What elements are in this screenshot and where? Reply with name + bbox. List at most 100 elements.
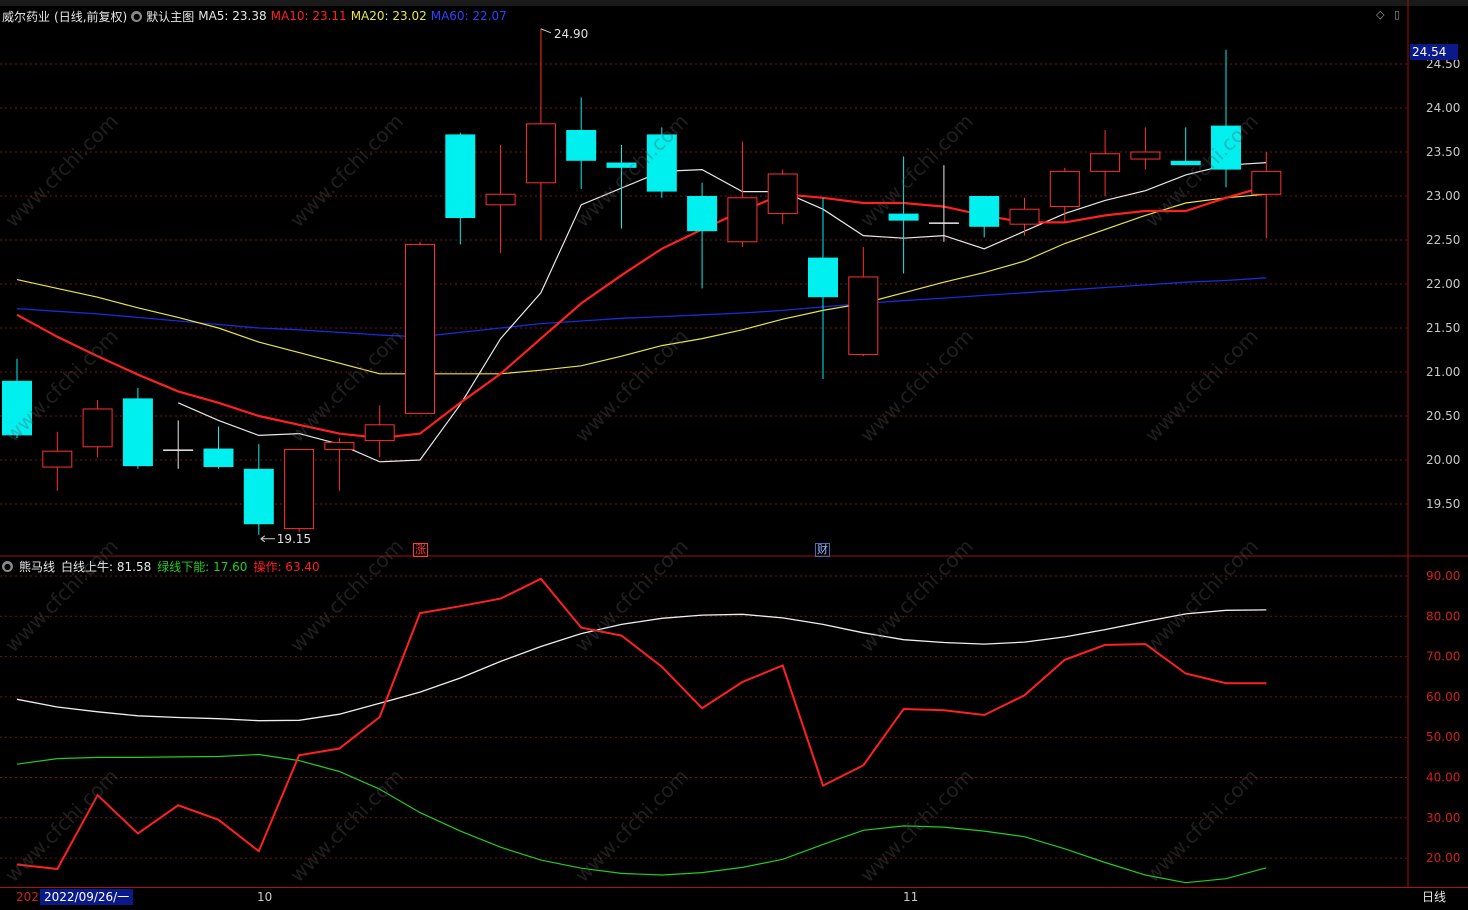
green-line-value: 绿线下能: 17.60 [157, 559, 248, 574]
candle [284, 448, 315, 533]
candle [203, 426, 234, 469]
candle-body [122, 398, 153, 467]
osc-tick-label: 50.00 [1426, 730, 1460, 744]
candle-body [1049, 170, 1080, 208]
candle-body [2, 380, 32, 436]
candle-layer [2, 28, 1282, 535]
price-tick-label: 20.50 [1426, 409, 1460, 423]
candle-body [687, 196, 718, 232]
candle [969, 196, 1000, 238]
candle-body [928, 222, 959, 224]
ma5-value: MA5: 23.38 [198, 9, 267, 23]
candle-body [767, 173, 798, 215]
date-axis-bar [0, 887, 1468, 910]
candle [1170, 127, 1201, 166]
green-line [16, 753, 1267, 884]
candle [122, 387, 153, 469]
candle [364, 405, 395, 458]
high-annotation: 24.90 [554, 27, 588, 41]
finance-report-marker[interactable]: 财 [815, 543, 830, 557]
year-label: 202 [16, 890, 39, 904]
month-tick-10: 10 [257, 890, 273, 904]
price-tick-label: 23.00 [1426, 189, 1460, 203]
candle-body [566, 130, 597, 161]
candle [243, 444, 274, 535]
candle-body [485, 193, 516, 206]
white-line-value: 白线上牛: 81.58 [61, 559, 152, 574]
chart-template-label[interactable]: 默认主图 [146, 8, 194, 25]
candle [646, 127, 677, 198]
white-line [16, 609, 1267, 722]
price-tick-label: 21.50 [1426, 321, 1460, 335]
ma20-value: MA20: 23.02 [350, 9, 427, 23]
candle [1211, 49, 1241, 188]
candle [445, 132, 476, 245]
candle-body [364, 424, 395, 442]
main-chart-legend: 威尔药业 (日线,前复权) ● 默认主图 MA5: 23.38 MA10: 23… [2, 7, 507, 25]
candle [606, 144, 637, 229]
candle [1049, 167, 1080, 223]
price-tick-label: 22.50 [1426, 233, 1460, 247]
osc-tick-label: 20.00 [1426, 851, 1460, 865]
price-tick-label: 22.00 [1426, 277, 1460, 291]
candle-body [42, 450, 73, 468]
price-tick-label: 21.00 [1426, 365, 1460, 379]
candle [727, 141, 758, 248]
candle-body [445, 134, 476, 218]
osc-tick-label: 80.00 [1426, 609, 1460, 623]
panel-toggle-icon[interactable]: ▯ [1394, 8, 1400, 21]
price-tick-label: 20.00 [1426, 453, 1460, 467]
ma5-line [177, 162, 1267, 463]
high-pointer [540, 28, 552, 34]
stock-name[interactable]: 威尔药业 [2, 8, 50, 25]
indicator-name[interactable]: 熊马线 [19, 558, 55, 575]
diamond-icon[interactable]: ◇ [1376, 8, 1384, 21]
candle [82, 400, 113, 458]
candle-body [1170, 160, 1201, 166]
candle-body [1009, 208, 1040, 225]
osc-tick-label: 70.00 [1426, 650, 1460, 664]
candle-body [203, 448, 234, 468]
candle-body [606, 162, 637, 168]
candle-body [969, 196, 1000, 227]
oscillator-layer [16, 577, 1267, 884]
candle-body [1090, 153, 1121, 172]
candle-body [1251, 170, 1282, 195]
period-button[interactable]: 日线 [1422, 888, 1446, 906]
candle [485, 144, 516, 254]
limit-up-marker[interactable]: 涨 [413, 543, 428, 557]
red-line [16, 577, 1267, 871]
ma10-line [16, 185, 1267, 440]
candle [848, 247, 879, 357]
ma60-value: MA60: 22.07 [430, 9, 507, 23]
price-tick-label: 23.50 [1426, 145, 1460, 159]
osc-tick-label: 30.00 [1426, 811, 1460, 825]
price-tick-label: 19.50 [1426, 497, 1460, 511]
price-tick-label: 24.00 [1426, 101, 1460, 115]
low-annotation: 19.15 [277, 532, 311, 546]
cursor-date-tag: 2022/09/26/一 [40, 889, 134, 905]
candle [1009, 197, 1040, 236]
settings-dot-icon[interactable]: ● [131, 10, 143, 22]
candle [525, 28, 556, 240]
ma-layer [16, 162, 1267, 463]
indicator-settings-icon[interactable]: ● [2, 560, 13, 572]
candle-body [324, 441, 355, 450]
panel-controls: ◇ ▯ [1376, 8, 1400, 21]
adjust-mode[interactable]: (日线,前复权) [54, 8, 127, 25]
candle-body [1211, 125, 1241, 170]
candle [42, 431, 73, 491]
candle-body [405, 243, 435, 414]
candle [405, 241, 435, 415]
candle [163, 420, 194, 469]
indicator-legend: ● 熊马线 白线上牛: 81.58 绿线下能: 17.60 操作: 63.40 [2, 558, 320, 574]
ma10-value: MA10: 23.11 [270, 9, 347, 23]
osc-tick-label: 60.00 [1426, 690, 1460, 704]
candle [1130, 127, 1161, 170]
candle-body [1130, 151, 1161, 160]
candle [566, 97, 597, 189]
candle [324, 438, 355, 491]
osc-tick-label: 90.00 [1426, 569, 1460, 583]
chart-canvas[interactable]: 24.5024.0023.5023.0022.5022.0021.5021.00… [0, 0, 1468, 909]
candle-body [243, 468, 274, 525]
